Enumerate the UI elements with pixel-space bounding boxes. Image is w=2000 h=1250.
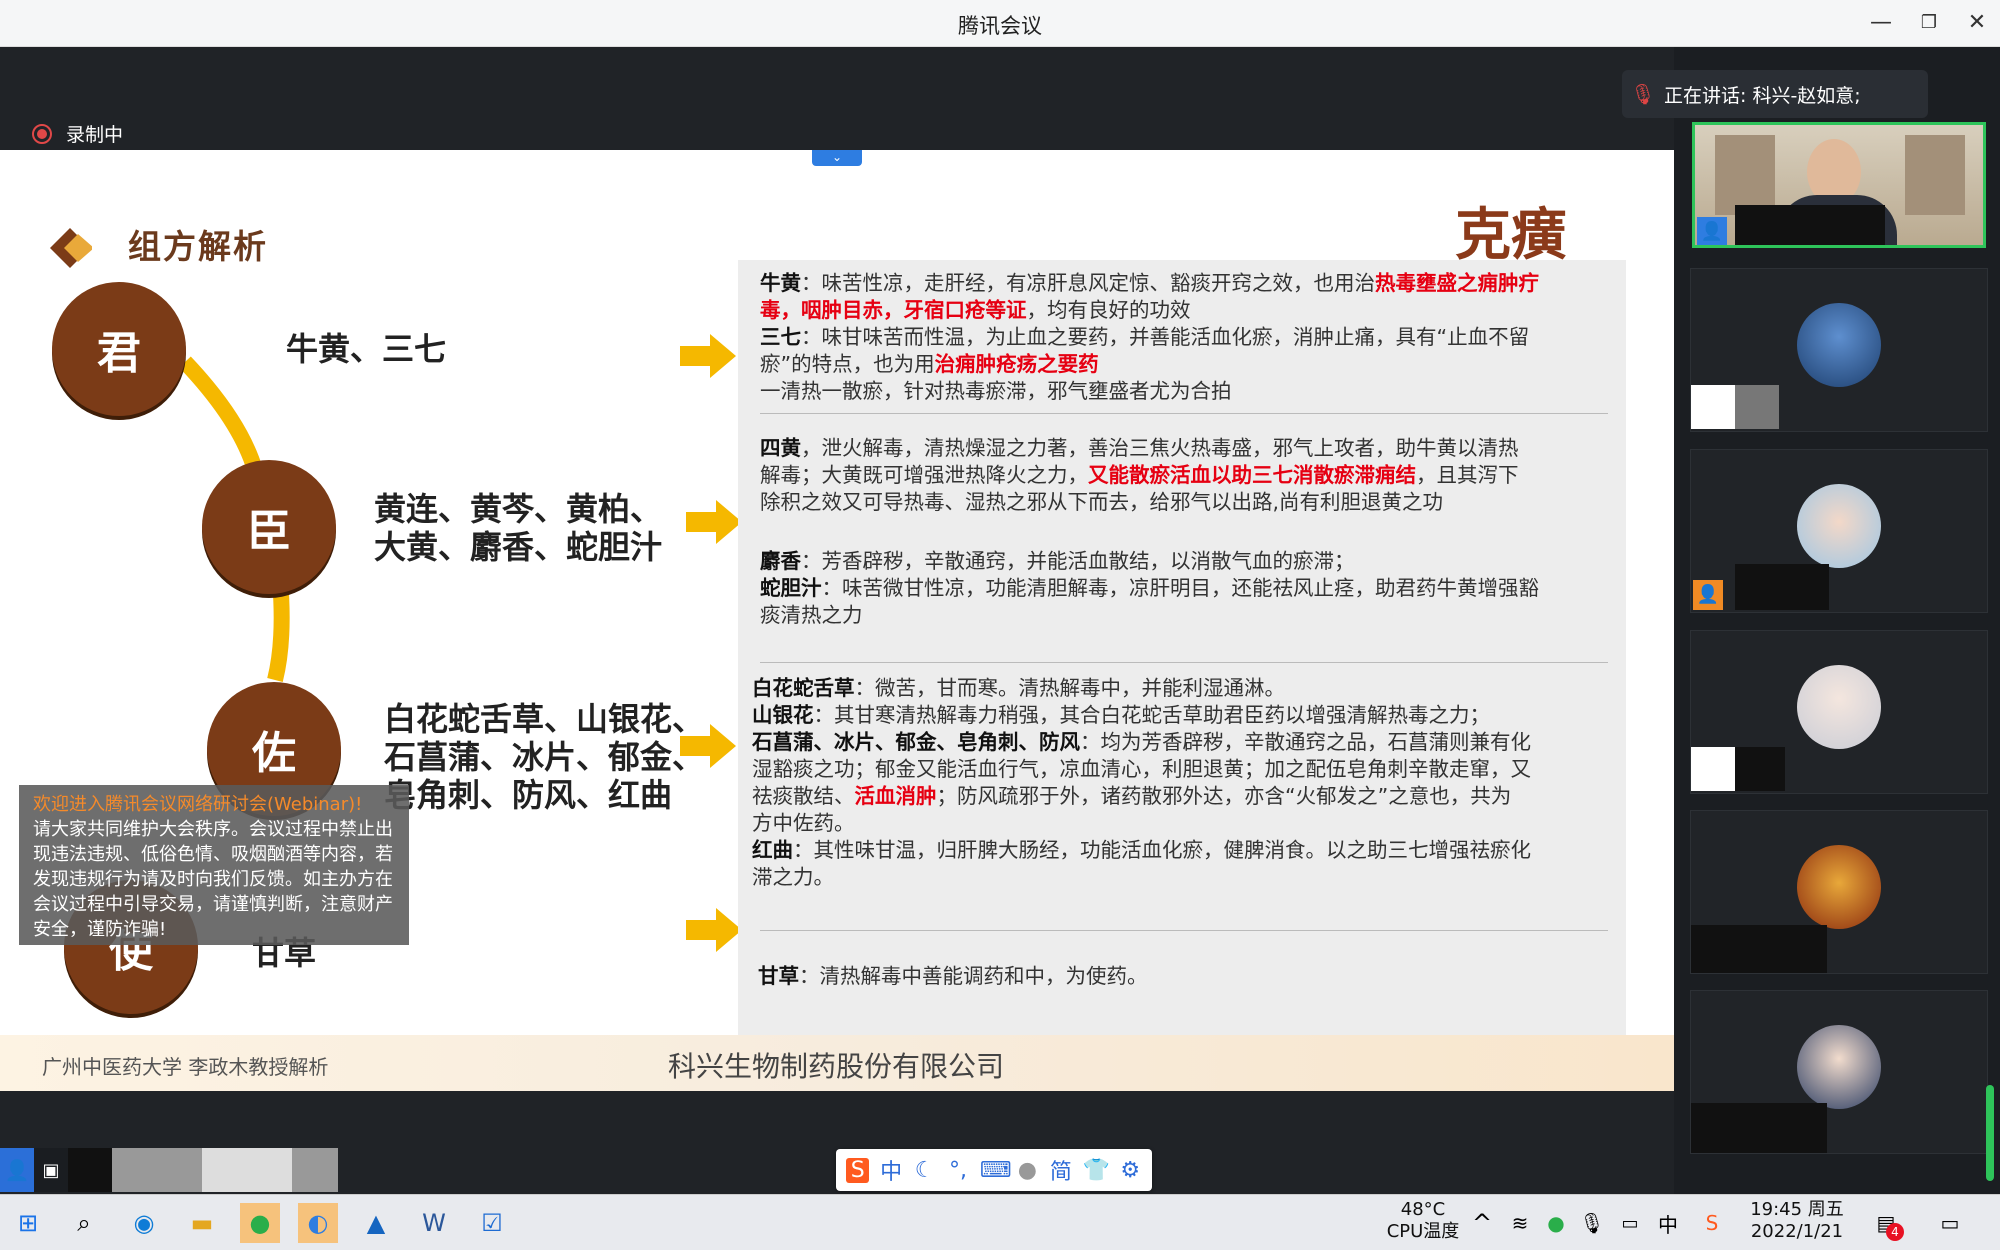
notification-badge: 4: [1886, 1223, 1904, 1241]
person-icon: 👤: [1697, 217, 1727, 245]
bookshelf: [1905, 135, 1965, 215]
role-circle-jun: 君: [52, 282, 186, 416]
redacted-name: [1735, 564, 1829, 610]
footer-company: 科兴生物制药股份有限公司: [668, 1050, 1005, 1083]
divider: [760, 413, 1608, 414]
herbs-zuo: 白花蛇舌草、山银花、 石菖蒲、冰片、郁金、 皂角刺、防风、红曲: [384, 700, 705, 814]
webinar-notice: 欢迎进入腾讯会议网络研讨会(Webinar)! 请大家共同维护大会秩序。会议过程…: [19, 785, 409, 945]
action-center-icon[interactable]: ▭: [1930, 1203, 1970, 1243]
bookshelf: [1715, 135, 1775, 215]
avatar: [1797, 303, 1881, 387]
participant-tile[interactable]: [1690, 630, 1988, 794]
microphone-icon[interactable]: 🎙: [1572, 1203, 1612, 1243]
edge-icon[interactable]: ◉: [124, 1203, 164, 1243]
ime-tray[interactable]: 中: [1648, 1203, 1688, 1243]
thumbnail: [202, 1148, 292, 1192]
shared-slide: 组方解析 克癀 君 臣 佐 使 牛黄、三七 黄连、黄芩、黄柏、 大黄、麝香、蛇胆汁…: [0, 150, 1674, 1091]
redacted-name: [1735, 385, 1779, 429]
divider: [760, 930, 1608, 931]
jun-explanation: 牛黄：味苦性凉，走肝经，有凉肝息风定惊、豁痰开窍之效，也用治热毒壅盛之痈肿疔 毒…: [760, 271, 1539, 403]
moon-icon[interactable]: ☾: [913, 1158, 936, 1183]
redacted-name: [1691, 747, 1735, 791]
title-bar: 腾讯会议 — ❐ ✕: [0, 0, 2000, 47]
speaking-indicator: 🎙 正在讲话: 科兴-赵如意;: [1622, 70, 1928, 118]
windows-start-icon[interactable]: ⊞: [8, 1203, 48, 1243]
bottom-left-thumbnails: 👤 ▣: [0, 1148, 338, 1192]
mic-muted-icon: 🎙: [1630, 82, 1656, 106]
word-icon[interactable]: W: [414, 1203, 454, 1243]
tencent-meeting-icon[interactable]: ◐: [298, 1203, 338, 1243]
participant-tile[interactable]: 👤: [1690, 449, 1988, 613]
close-button[interactable]: ✕: [1962, 9, 1992, 37]
arrow-right-icon: [680, 724, 736, 768]
slide-footer: 广州中医药大学 李政木教授解析 科兴生物制药股份有限公司: [0, 1035, 1674, 1091]
avatar: [1797, 845, 1881, 929]
recording-label: 录制中: [66, 124, 124, 146]
user-icon[interactable]: ●: [1016, 1158, 1039, 1183]
brand-title: 克癀: [1455, 202, 1567, 268]
sogou-tray-icon[interactable]: S: [1692, 1203, 1732, 1243]
redacted-name: [1735, 747, 1785, 791]
thumbnail: [112, 1148, 202, 1192]
redacted-name: [1691, 925, 1827, 973]
restore-button[interactable]: ❐: [1914, 9, 1944, 37]
ime-lang-toggle[interactable]: 中: [879, 1154, 902, 1186]
explanation-panel: 牛黄：味苦性凉，走肝经，有凉肝息风定惊、豁痰开窍之效，也用治热毒壅盛之痈肿疔 毒…: [738, 260, 1626, 1040]
cpu-temp[interactable]: 48°C CPU温度: [1382, 1199, 1464, 1243]
speaker-video-tile[interactable]: 👤: [1692, 122, 1986, 248]
collapse-toolbar-button[interactable]: ⌄: [812, 150, 862, 166]
zuo-explanation: 白花蛇舌草：微苦，甘而寒。清热解毒中，并能利湿通淋。 山银花：其甘寒清热解毒力稍…: [752, 676, 1531, 889]
avatar: [1797, 484, 1881, 568]
clock[interactable]: 19:45 周五 2022/1/21: [1740, 1199, 1854, 1243]
ime-simplified-toggle[interactable]: 简: [1049, 1154, 1072, 1186]
participant-tile[interactable]: [1690, 268, 1988, 432]
arrow-right-icon: [686, 908, 742, 952]
ime-toolbar[interactable]: S 中 ☾ °, ⌨ ● 简 👕 ⚙: [836, 1149, 1152, 1191]
wechat-icon[interactable]: ●: [240, 1203, 280, 1243]
taskbar: ⊞ ⌕ ◉ ▬ ● ◐ ▲ W ☑ 48°C CPU温度 ^ ≋ ● 🎙 ▭ 中…: [0, 1194, 2000, 1250]
participant-tile[interactable]: [1690, 990, 1988, 1154]
search-icon[interactable]: ⌕: [64, 1203, 104, 1243]
arrow-right-icon: [680, 334, 736, 378]
record-icon: [32, 123, 52, 144]
share-screen-icon[interactable]: ▣: [34, 1148, 68, 1192]
avatar: [1797, 665, 1881, 749]
redacted-name: [1735, 205, 1885, 245]
arrow-right-icon: [686, 500, 742, 544]
gear-icon[interactable]: ⚙: [1119, 1158, 1142, 1183]
app-icon[interactable]: ☑: [472, 1203, 512, 1243]
person-icon: 👤: [1693, 580, 1723, 610]
wifi-icon[interactable]: ≋: [1500, 1203, 1540, 1243]
redacted-name: [1691, 1103, 1827, 1153]
chen-explanation: 四黄，泄火解毒，清热燥湿之力著，善治三焦火热毒盛，邪气上攻者，助牛黄以清热 解毒…: [760, 436, 1539, 627]
sogou-logo-icon: S: [846, 1157, 870, 1183]
photos-icon[interactable]: ▲: [356, 1203, 396, 1243]
shi-explanation: 甘草：清热解毒中善能调药和中，为使药。: [758, 964, 1148, 988]
security-icon[interactable]: ●: [1536, 1203, 1576, 1243]
file-explorer-icon[interactable]: ▬: [182, 1203, 222, 1243]
participant-tile[interactable]: [1690, 810, 1988, 974]
role-circle-chen: 臣: [202, 460, 336, 594]
punctuation-icon[interactable]: °,: [946, 1158, 969, 1183]
thumbnail: [68, 1148, 112, 1192]
person-icon[interactable]: 👤: [0, 1148, 34, 1192]
footer-author: 广州中医药大学 李政木教授解析: [42, 1055, 329, 1079]
avatar: [1797, 1025, 1881, 1109]
divider: [760, 662, 1608, 663]
recording-indicator[interactable]: 录制中: [32, 120, 123, 147]
thumbnail: [292, 1148, 338, 1192]
window-title: 腾讯会议: [958, 14, 1042, 38]
battery-icon[interactable]: ▭: [1610, 1203, 1650, 1243]
chevron-up-icon[interactable]: ^: [1462, 1203, 1502, 1243]
skin-icon[interactable]: 👕: [1083, 1158, 1110, 1183]
keyboard-icon[interactable]: ⌨: [980, 1158, 1012, 1183]
herbs-chen: 黄连、黄芩、黄柏、 大黄、麝香、蛇胆汁: [374, 490, 663, 566]
sidebar-scrollbar[interactable]: [1986, 1085, 1994, 1181]
minimize-button[interactable]: —: [1866, 9, 1896, 37]
herbs-jun: 牛黄、三七: [286, 330, 447, 368]
redacted-name: [1691, 385, 1735, 429]
